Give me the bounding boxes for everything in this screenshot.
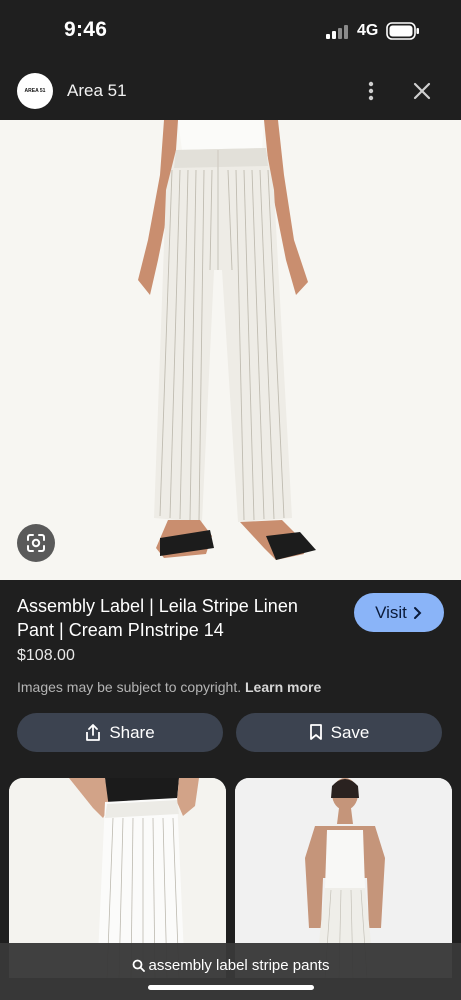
product-image[interactable] — [0, 120, 461, 580]
share-button[interactable]: Share — [17, 713, 223, 752]
close-icon[interactable] — [411, 80, 433, 102]
search-query-text: assembly label stripe pants — [148, 957, 330, 974]
screen: 9:46 4G AREA 51 Area 51 Assembly Label |… — [0, 0, 461, 1000]
product-photo — [0, 120, 461, 580]
home-indicator — [148, 985, 314, 990]
save-label: Save — [330, 722, 370, 742]
status-time: 9:46 — [64, 18, 108, 41]
copyright-notice: Images may be subject to copyright. Lear… — [17, 679, 321, 695]
share-icon — [86, 723, 101, 741]
search-query-row[interactable]: assembly label stripe pants — [0, 957, 461, 976]
visit-label: Visit — [375, 602, 407, 622]
result-header: AREA 51 Area 51 — [0, 62, 461, 120]
product-title[interactable]: Assembly Label | Leila Stripe Linen Pant… — [17, 594, 337, 642]
network-label: 4G — [357, 22, 379, 39]
status-bar: 9:46 4G — [0, 0, 461, 62]
site-logo[interactable]: AREA 51 — [17, 73, 53, 109]
search-icon — [132, 959, 145, 972]
visit-button[interactable]: Visit — [354, 593, 444, 632]
google-lens-button[interactable] — [17, 524, 55, 562]
more-vertical-icon[interactable] — [360, 79, 382, 103]
bookmark-icon — [309, 724, 322, 740]
battery-icon — [386, 22, 419, 40]
learn-more-link[interactable]: Learn more — [245, 679, 321, 695]
site-logo-text: AREA 51 — [24, 88, 46, 94]
save-button[interactable]: Save — [236, 713, 442, 752]
copyright-text: Images may be subject to copyright. — [17, 679, 242, 695]
share-label: Share — [109, 722, 155, 742]
chevron-right-icon — [413, 606, 422, 619]
site-name[interactable]: Area 51 — [67, 81, 127, 101]
bottom-search-bar[interactable]: assembly label stripe pants — [0, 943, 461, 1000]
product-price: $108.00 — [17, 647, 75, 664]
google-lens-icon — [27, 534, 45, 552]
signal-bars-icon — [326, 25, 348, 39]
